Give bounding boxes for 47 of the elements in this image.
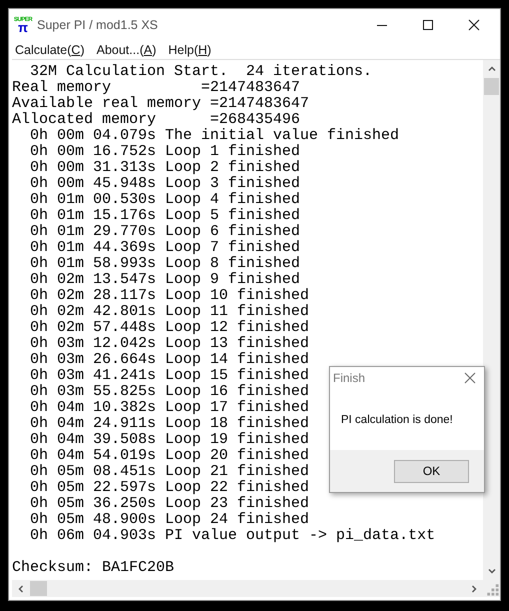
output-line: 0h 03m 55.825s Loop 16 finished — [29, 384, 310, 400]
output-line: 0h 00m 16.752s Loop 1 finished — [29, 144, 300, 160]
scroll-down-icon[interactable] — [486, 566, 496, 576]
output-line: 0h 03m 12.042s Loop 13 finished — [29, 336, 310, 352]
output-line: Real memory =2147483647 — [12, 80, 300, 96]
output-line: 0h 05m 36.250s Loop 23 finished — [29, 496, 310, 512]
output-line: 0h 01m 29.770s Loop 6 finished — [29, 224, 300, 240]
window-title: Super PI / mod1.5 XS — [37, 18, 158, 32]
vertical-scrollbar[interactable] — [483, 60, 500, 580]
output-line: Allocated memory =268435496 — [12, 112, 300, 128]
output-line: 0h 01m 44.369s Loop 7 finished — [29, 240, 300, 256]
close-icon[interactable] — [468, 18, 480, 30]
output-line: 0h 06m 04.903s PI value output -> pi_data.txt — [29, 528, 436, 544]
dialog-title: Finish — [333, 371, 366, 385]
scroll-left-icon[interactable] — [16, 584, 26, 594]
scroll-thumb[interactable] — [30, 581, 47, 596]
output-line: 0h 05m 08.451s Loop 21 finished — [29, 464, 310, 480]
menu-item[interactable]: Calculate(C) — [15, 42, 84, 56]
output-line: 0h 05m 48.900s Loop 24 finished — [29, 512, 310, 528]
output-line: 0h 01m 00.530s Loop 4 finished — [29, 192, 300, 208]
output-line: 0h 02m 57.448s Loop 12 finished — [29, 320, 310, 336]
dialog-message: PI calculation is done! — [341, 414, 453, 426]
output-line: 0h 04m 39.508s Loop 19 finished — [29, 432, 310, 448]
output-line: 0h 02m 28.117s Loop 10 finished — [29, 288, 310, 304]
scroll-thumb[interactable] — [484, 78, 499, 95]
output-line: 0h 01m 58.993s Loop 8 finished — [29, 256, 300, 272]
horizontal-scrollbar[interactable] — [12, 580, 483, 597]
output-line: 0h 04m 54.019s Loop 20 finished — [29, 448, 310, 464]
output-line: 0h 04m 24.911s Loop 18 finished — [29, 416, 310, 432]
output-line: 0h 03m 26.664s Loop 14 finished — [29, 352, 310, 368]
maximize-icon[interactable] — [422, 18, 434, 30]
output-line: Checksum: BA1FC20B — [12, 560, 174, 576]
output-line: 0h 02m 42.801s Loop 11 finished — [29, 304, 310, 320]
output-line: Available real memory =2147483647 — [12, 96, 310, 112]
output-line: 0h 02m 13.547s Loop 9 finished — [29, 272, 300, 288]
scroll-right-icon[interactable] — [469, 584, 479, 594]
menu-item[interactable]: About...(A) — [96, 42, 156, 56]
ok-button[interactable]: OK — [394, 460, 469, 482]
output-line: 0h 01m 15.176s Loop 5 finished — [29, 208, 300, 224]
output-line: 0h 05m 22.597s Loop 22 finished — [29, 480, 310, 496]
output-line: 0h 00m 04.079s The initial value finished — [29, 128, 400, 144]
output-line: 0h 00m 31.313s Loop 2 finished — [29, 160, 300, 176]
output-line: 0h 03m 41.241s Loop 15 finished — [29, 368, 310, 384]
output-line: 0h 04m 10.382s Loop 17 finished — [29, 400, 310, 416]
output-line: 32M Calculation Start. 24 iterations. — [29, 64, 372, 80]
output-line: 0h 00m 45.948s Loop 3 finished — [29, 176, 300, 192]
menu-item[interactable]: Help(H) — [168, 42, 212, 56]
